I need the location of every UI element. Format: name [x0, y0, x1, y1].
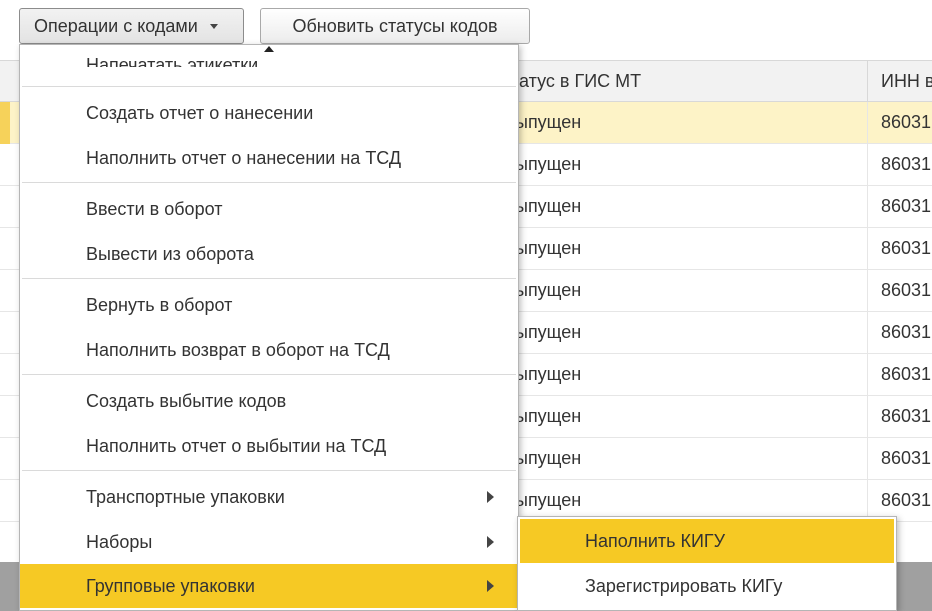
submenu-item-label: Зарегистрировать КИГу	[585, 575, 783, 596]
column-divider	[867, 438, 868, 480]
chevron-right-icon	[487, 491, 494, 503]
inn-cell: 86031	[881, 196, 932, 216]
group-packages-submenu: Наполнить КИГУ Зарегистрировать КИГу	[517, 516, 897, 611]
menu-item-label: Ввести в оборот	[86, 198, 223, 219]
inn-cell: 86031	[881, 112, 932, 132]
submenu-item-fill-kigu[interactable]: Наполнить КИГУ	[520, 519, 894, 563]
menu-item-label: Напечатать этикетки	[86, 55, 259, 67]
menu-item-withdraw-from-circulation[interactable]: Вывести из оборота	[20, 232, 518, 276]
status-cell: ыпущен	[515, 406, 582, 426]
menu-item-return-to-circulation[interactable]: Вернуть в оборот	[20, 283, 518, 327]
menu-item-fill-disposal-tsd[interactable]: Наполнить отчет о выбытии на ТСД	[20, 424, 518, 468]
menu-item-introduce-into-circulation[interactable]: Ввести в оборот	[20, 187, 518, 231]
status-cell: ыпущен	[515, 280, 582, 300]
status-cell: ыпущен	[515, 364, 582, 384]
menu-item-label: Создать отчет о нанесении	[86, 102, 314, 123]
menu-item-label: Транспортные упаковки	[86, 486, 285, 507]
menu-divider	[22, 86, 516, 87]
app-window: Операции с кодами Обновить статусы кодов…	[0, 0, 932, 611]
menu-divider	[22, 374, 516, 375]
submenu-item-label: Наполнить КИГУ	[585, 530, 726, 551]
status-cell: ыпущен	[515, 490, 582, 510]
menu-item-transport-packages[interactable]: Транспортные упаковки	[20, 475, 518, 519]
menu-item-create-application-report[interactable]: Создать отчет о нанесении	[20, 91, 518, 135]
menu-item-label: Вывести из оборота	[86, 243, 254, 264]
column-divider	[867, 270, 868, 312]
operations-button-label: Операции с кодами	[34, 15, 198, 36]
column-divider	[867, 312, 868, 354]
menu-divider	[22, 470, 516, 471]
menu-item-label: Групповые упаковки	[86, 575, 255, 596]
inn-cell: 86031	[881, 406, 932, 426]
inn-cell: 86031	[881, 238, 932, 258]
chevron-right-icon	[487, 536, 494, 548]
column-divider	[867, 186, 868, 228]
status-cell: ыпущен	[515, 322, 582, 342]
inn-cell: 86031	[881, 364, 932, 384]
menu-item-fill-application-report-tsd[interactable]: Наполнить отчет о нанесении на ТСД	[20, 136, 518, 180]
column-header-inn[interactable]: ИНН в	[881, 71, 932, 92]
column-divider	[867, 61, 868, 103]
menu-item-label: Наполнить отчет о выбытии на ТСД	[86, 435, 387, 456]
menu-divider	[22, 278, 516, 279]
column-divider	[867, 354, 868, 396]
inn-cell: 86031	[881, 448, 932, 468]
menu-item-sets[interactable]: Наборы	[20, 520, 518, 564]
menu-item-label: Вернуть в оборот	[86, 294, 233, 315]
chevron-down-icon	[209, 23, 218, 29]
column-header-status[interactable]: татус в ГИС МТ	[511, 71, 641, 92]
menu-item-group-packages[interactable]: Групповые упаковки	[20, 564, 518, 608]
menu-item-label: Наполнить возврат в оборот на ТСД	[86, 339, 390, 360]
submenu-item-register-kigu[interactable]: Зарегистрировать КИГу	[520, 564, 894, 608]
row-selection-marker	[0, 102, 10, 144]
inn-cell: 86031	[881, 490, 932, 510]
inn-cell: 86031	[881, 280, 932, 300]
status-cell: ыпущен	[515, 238, 582, 258]
status-cell: ыпущен	[515, 448, 582, 468]
menu-item-create-disposal[interactable]: Создать выбытие кодов	[20, 379, 518, 423]
operations-dropdown-button[interactable]: Операции с кодами	[19, 8, 244, 44]
menu-divider	[22, 182, 516, 183]
column-divider	[867, 396, 868, 438]
menu-item-fill-return-tsd[interactable]: Наполнить возврат в оборот на ТСД	[20, 328, 518, 372]
refresh-button-label: Обновить статусы кодов	[292, 15, 498, 36]
status-cell: ыпущен	[515, 196, 582, 216]
refresh-statuses-button[interactable]: Обновить статусы кодов	[260, 8, 530, 44]
menu-item-label: Наборы	[86, 531, 153, 552]
inn-cell: 86031	[881, 322, 932, 342]
column-divider	[867, 228, 868, 270]
menu-item-label: Создать выбытие кодов	[86, 390, 287, 411]
operations-menu: Напечатать этикетки Создать отчет о нане…	[19, 44, 519, 611]
status-cell: ыпущен	[515, 112, 582, 132]
column-divider	[867, 144, 868, 186]
inn-cell: 86031	[881, 154, 932, 174]
chevron-right-icon	[487, 580, 494, 592]
status-cell: ыпущен	[515, 154, 582, 174]
menu-item-label: Наполнить отчет о нанесении на ТСД	[86, 147, 402, 168]
column-divider	[867, 102, 868, 144]
menu-pointer-icon	[264, 46, 274, 52]
